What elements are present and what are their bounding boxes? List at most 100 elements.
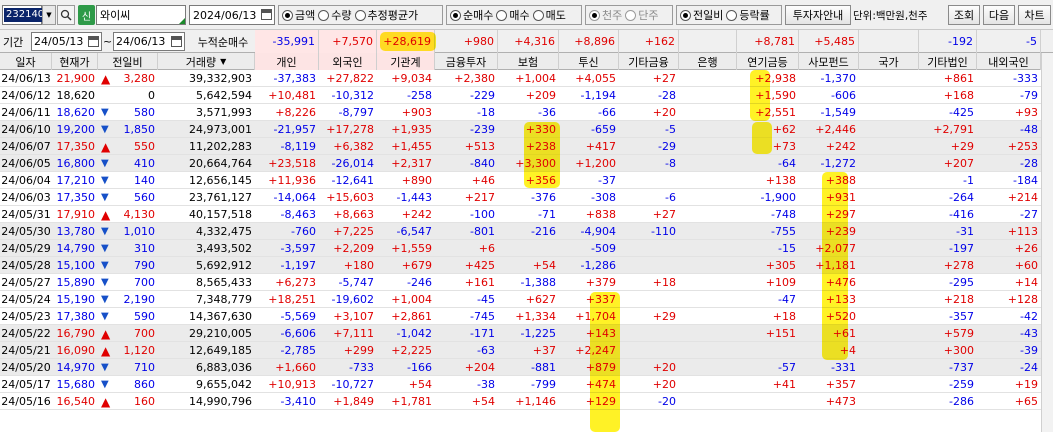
period-from-input[interactable]: 24/05/13 — [31, 32, 102, 51]
column-header-dom[interactable]: 내외국인 — [977, 53, 1041, 70]
cell-inst: +2,225 — [391, 344, 432, 357]
radio-dot-icon — [532, 9, 544, 21]
table-row[interactable]: 24/05/23 17,380 ▼ 590 14,367,630 -5,569 +3,107… — [0, 308, 1053, 325]
period-to-input[interactable]: 24/06/13 — [113, 32, 185, 51]
column-header-pension[interactable]: 연기금등 — [737, 53, 799, 70]
cell-inst: +1,455 — [391, 140, 432, 153]
column-header-foreign[interactable]: 외국인 — [319, 53, 377, 70]
cell-etcfin: +29 — [652, 310, 676, 323]
cell-foreign: +3,107 — [333, 310, 374, 323]
column-header-fininv[interactable]: 금융투자 — [435, 53, 498, 70]
search-button[interactable] — [57, 5, 75, 25]
radio-thousand-shares[interactable]: 천주 — [589, 7, 622, 23]
cell-insur — [498, 240, 559, 257]
next-button[interactable]: 다음 — [983, 5, 1015, 25]
cell-foreign: +27,822 — [326, 72, 374, 85]
calendar-icon[interactable] — [88, 36, 99, 47]
cell-change: 0 — [98, 87, 158, 104]
table-row[interactable]: 24/05/16 16,540 ▲ 160 14,990,796 -3,410 +1,849… — [0, 393, 1053, 410]
cell-dom: -28 — [1020, 157, 1038, 170]
cell-pension: +2,551 — [755, 106, 796, 119]
table-row[interactable]: 24/05/28 15,100 ▼ 790 5,692,912 -1,197 +180 +67… — [0, 257, 1053, 274]
stock-name-field[interactable]: 와이씨 — [96, 5, 186, 25]
cell-bank — [679, 291, 737, 308]
cell-volume: 39,332,903 — [189, 72, 252, 85]
chart-button[interactable]: 차트 — [1018, 5, 1051, 25]
cell-etccorp: -737 — [949, 361, 974, 374]
radio-avg-price[interactable]: 추정평균가 — [354, 7, 418, 23]
radio-quantity[interactable]: 수량 — [318, 7, 352, 23]
code-dropdown-button[interactable]: ▼ — [42, 5, 56, 25]
lookup-button[interactable]: 조회 — [948, 5, 980, 25]
column-header-date[interactable]: 일자 — [0, 53, 52, 70]
cell-change: ▼ 710 — [98, 359, 158, 376]
investor-guide-button[interactable]: 투자자안내 — [785, 5, 851, 25]
radio-sell[interactable]: 매도 — [532, 7, 566, 23]
cumulative-nation — [859, 30, 919, 53]
cell-bank — [679, 189, 737, 206]
table-row[interactable]: 24/05/22 16,790 ▲ 700 29,210,005 -6,606 +7,111… — [0, 325, 1053, 342]
table-row[interactable]: 24/05/27 15,890 ▼ 700 8,565,433 +6,273 -5,747 -… — [0, 274, 1053, 291]
cell-fininv: -171 — [470, 327, 495, 340]
calendar-icon[interactable] — [261, 9, 272, 20]
calendar-icon[interactable] — [171, 36, 182, 47]
radio-single-shares[interactable]: 단주 — [625, 7, 659, 23]
table-row[interactable]: 24/06/11 18,620 ▼ 580 3,571,993 +8,226 -8,797 +… — [0, 104, 1053, 121]
cell-fininv: -239 — [470, 123, 495, 136]
cell-dom: +65 — [1014, 395, 1038, 408]
column-header-volume[interactable]: 거래량 ▼ — [158, 53, 255, 70]
column-header-indiv[interactable]: 개인 — [255, 53, 319, 70]
cell-etccorp: +300 — [943, 344, 974, 357]
radio-buy[interactable]: 매수 — [496, 7, 530, 23]
column-header-pef[interactable]: 사모펀드 — [799, 53, 859, 70]
column-header-bank[interactable]: 은행 — [679, 53, 737, 70]
radio-net-buy[interactable]: 순매수 — [450, 7, 493, 23]
cell-fininv: -63 — [477, 344, 495, 357]
stock-code-input[interactable]: 232140 — [2, 5, 47, 25]
table-row[interactable]: 24/05/31 17,910 ▲ 4,130 40,157,518 -8,463 +8,6… — [0, 206, 1053, 223]
cell-indiv: +1,660 — [275, 361, 316, 374]
cell-bank — [679, 223, 737, 240]
date-input[interactable]: 2024/06/13 — [189, 5, 275, 25]
column-header-etccorp[interactable]: 기타법인 — [919, 53, 977, 70]
table-row[interactable]: 24/06/03 17,350 ▼ 560 23,761,127 -14,064 +15,6… — [0, 189, 1053, 206]
table-row[interactable]: 24/05/24 15,190 ▼ 2,190 7,348,779 +18,251 -19,… — [0, 291, 1053, 308]
radio-dot-icon — [450, 9, 461, 21]
cell-price: 14,790 — [56, 242, 96, 255]
column-header-change[interactable]: 전일비 — [98, 53, 158, 70]
table-row[interactable]: 24/06/12 18,620 0 5,642,594 +10,481 -10,312 -2… — [0, 87, 1053, 104]
cell-change: ▼ 700 — [98, 274, 158, 291]
radio-amount[interactable]: 금액 — [282, 7, 315, 23]
column-header-insur[interactable]: 보험 — [498, 53, 559, 70]
cell-fininv: -745 — [470, 310, 495, 323]
cell-price: 17,350 — [56, 140, 96, 153]
cell-etccorp: +861 — [943, 72, 974, 85]
table-row[interactable]: 24/05/20 14,970 ▼ 710 6,883,036 +1,660 -733 -16… — [0, 359, 1053, 376]
cell-volume: 5,642,594 — [196, 89, 252, 102]
table-row[interactable]: 24/05/30 13,780 ▼ 1,010 4,332,475 -760 +7,225 -… — [0, 223, 1053, 240]
table-row[interactable]: 24/06/07 17,350 ▲ 550 11,202,283 -8,119 +6,382… — [0, 138, 1053, 155]
column-header-etcfin[interactable]: 기타금융 — [619, 53, 679, 70]
cell-volume: 23,761,127 — [189, 191, 252, 204]
table-row[interactable]: 24/05/17 15,680 ▼ 860 9,655,042 +10,913 -10,72… — [0, 376, 1053, 393]
radio-change-rate[interactable]: 등락률 — [726, 7, 770, 23]
table-row[interactable]: 24/05/21 16,090 ▲ 1,120 12,649,185 -2,785 +299… — [0, 342, 1053, 359]
table-row[interactable]: 24/05/29 14,790 ▼ 310 3,493,502 -3,597 +2,209 +… — [0, 240, 1053, 257]
sort-dropdown-icon[interactable]: ▼ — [220, 57, 226, 66]
cell-inst: +903 — [401, 106, 432, 119]
radio-prev-day[interactable]: 전일비 — [680, 7, 723, 23]
table-row[interactable]: 24/06/05 16,800 ▼ 410 20,664,764 +23,518 -26,0… — [0, 155, 1053, 172]
cell-date: 24/05/27 — [1, 276, 51, 289]
vertical-scrollbar[interactable] — [1041, 53, 1053, 432]
cell-inst: -258 — [407, 89, 432, 102]
column-header-nation[interactable]: 국가 — [859, 53, 919, 70]
column-header-inst[interactable]: 기관계 — [377, 53, 435, 70]
cell-date: 24/06/13 — [1, 72, 51, 85]
column-header-price[interactable]: 현재가 — [52, 53, 98, 70]
table-row[interactable]: 24/06/13 21,900 ▲ 3,280 39,332,903 -37,383 +27… — [0, 70, 1053, 87]
cell-date: 24/05/23 — [1, 310, 51, 323]
chevron-down-icon: ▼ — [46, 11, 52, 19]
column-header-trust[interactable]: 투신 — [559, 53, 619, 70]
table-row[interactable]: 24/06/10 19,200 ▼ 1,850 24,973,001 -21,957 +17… — [0, 121, 1053, 138]
table-row[interactable]: 24/06/04 17,210 ▼ 140 12,656,145 +11,936 -12,6… — [0, 172, 1053, 189]
